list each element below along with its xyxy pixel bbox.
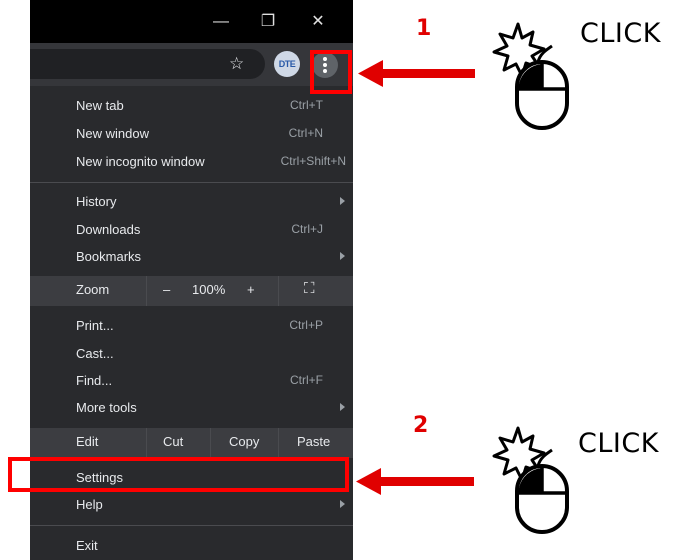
submenu-arrow-icon xyxy=(340,197,345,205)
menu-item-help[interactable]: Help xyxy=(30,491,353,519)
title-bar: — ❐ ✕ xyxy=(30,0,353,43)
minimize-button[interactable]: — xyxy=(206,10,236,34)
step-number-1: 1 xyxy=(416,16,432,41)
star-icon[interactable]: ☆ xyxy=(229,54,244,74)
address-bar[interactable]: ☆ xyxy=(30,49,265,79)
cut-button[interactable]: Cut xyxy=(163,434,183,449)
zoom-in-button[interactable]: + xyxy=(247,282,255,297)
menu-item-print[interactable]: Print... Ctrl+P xyxy=(30,312,353,340)
menu-item-shortcut: Ctrl+T xyxy=(290,98,323,112)
highlight-box-settings xyxy=(8,457,349,492)
divider xyxy=(210,428,211,458)
step-number-2: 2 xyxy=(413,413,429,438)
menu-item-label: Print... xyxy=(76,318,114,333)
menu-item-bookmarks[interactable]: Bookmarks xyxy=(30,243,353,271)
click-label: CLICK xyxy=(578,428,659,459)
menu-item-label: Help xyxy=(76,497,103,512)
profile-avatar-text: DTE xyxy=(278,59,296,69)
restore-button[interactable]: ❐ xyxy=(253,10,283,34)
menu-item-new-window[interactable]: New window Ctrl+N xyxy=(30,120,353,148)
submenu-arrow-icon xyxy=(340,500,345,508)
fullscreen-icon[interactable]: ⛶ xyxy=(304,280,315,297)
menu-item-new-incognito-window[interactable]: New incognito window Ctrl+Shift+N xyxy=(30,148,353,176)
menu-item-more-tools[interactable]: More tools xyxy=(30,394,353,422)
menu-item-label: Downloads xyxy=(76,222,141,237)
menu-separator xyxy=(30,525,353,526)
menu-item-find[interactable]: Find... Ctrl+F xyxy=(30,367,353,395)
zoom-out-button[interactable]: – xyxy=(163,282,170,297)
zoom-level-value: 100% xyxy=(192,282,226,297)
menu-item-history[interactable]: History xyxy=(30,188,353,216)
menu-item-downloads[interactable]: Downloads Ctrl+J xyxy=(30,216,353,244)
menu-item-shortcut: Ctrl+Shift+N xyxy=(280,154,346,168)
submenu-arrow-icon xyxy=(340,252,345,260)
copy-button[interactable]: Copy xyxy=(229,434,259,449)
menu-item-label: Exit xyxy=(76,538,98,553)
edit-label: Edit xyxy=(76,434,99,449)
menu-item-cast[interactable]: Cast... xyxy=(30,340,353,368)
menu-item-shortcut: Ctrl+P xyxy=(289,318,323,332)
menu-item-label: History xyxy=(76,194,117,209)
divider xyxy=(278,276,279,306)
divider xyxy=(278,428,279,458)
menu-item-exit[interactable]: Exit xyxy=(30,532,353,560)
menu-item-label: Find... xyxy=(76,373,113,388)
edit-row: Edit Cut Copy Paste xyxy=(30,428,353,458)
mouse-click-icon xyxy=(492,426,569,534)
menu-item-shortcut: Ctrl+F xyxy=(290,373,323,387)
menu-item-label: New window xyxy=(76,126,149,141)
zoom-row: Zoom – 100% + ⛶ xyxy=(30,276,353,306)
paste-button[interactable]: Paste xyxy=(297,434,330,449)
highlight-box-menu-button xyxy=(310,50,352,94)
menu-item-shortcut: Ctrl+J xyxy=(291,222,323,236)
browser-toolbar: ☆ DTE xyxy=(30,43,353,86)
close-button[interactable]: ✕ xyxy=(303,10,333,34)
menu-item-label: Cast... xyxy=(76,346,114,361)
profile-avatar[interactable]: DTE xyxy=(274,51,300,77)
menu-item-shortcut: Ctrl+N xyxy=(288,126,323,140)
zoom-label: Zoom xyxy=(76,282,110,297)
menu-item-label: More tools xyxy=(76,400,137,415)
divider xyxy=(146,428,147,458)
submenu-arrow-icon xyxy=(340,403,345,411)
menu-item-label: Bookmarks xyxy=(76,249,142,264)
click-label: CLICK xyxy=(580,18,661,49)
pointer-arrow-icon xyxy=(358,60,475,87)
divider xyxy=(146,276,147,306)
menu-item-label: New tab xyxy=(76,98,124,113)
menu-separator xyxy=(30,182,353,183)
mouse-click-icon xyxy=(492,22,569,130)
pointer-arrow-icon xyxy=(356,468,474,495)
menu-item-label: New incognito window xyxy=(76,154,205,169)
menu-item-new-tab[interactable]: New tab Ctrl+T xyxy=(30,92,353,120)
